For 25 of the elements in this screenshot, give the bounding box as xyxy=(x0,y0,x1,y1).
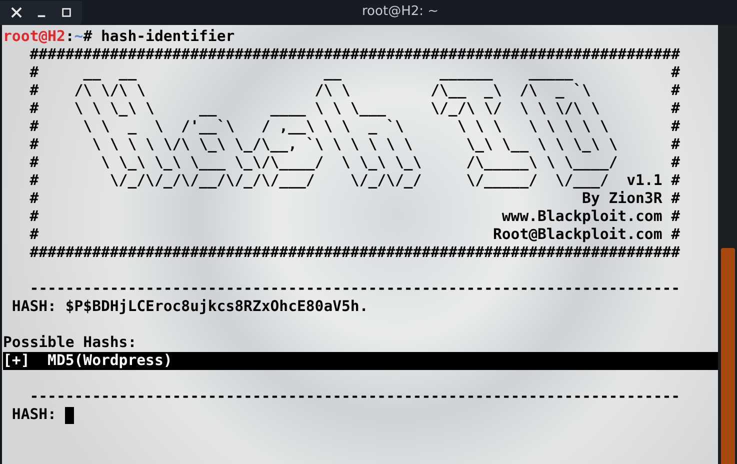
maximize-icon[interactable] xyxy=(61,7,72,18)
dashed-separator: ------------------------------------------------------------------------- xyxy=(28,280,682,298)
banner-line: # __ __ __ ______ _____ # xyxy=(28,64,682,82)
banner-line: # \ \ _ \ /'__`\ / ,__\ \ \ _ `\ \ \ \ \ \ \ \ \ # xyxy=(28,118,682,136)
scrollbar-thumb[interactable] xyxy=(721,248,735,464)
banner-line: ######################################################################### xyxy=(28,244,682,262)
banner-line: # By Zion3R # xyxy=(28,190,682,208)
banner-line: # \ \ \_\ \ __ ____ \ \ \___ \/_/\ \/ \ \ \/\ \ # xyxy=(28,100,682,118)
close-icon[interactable] xyxy=(11,7,22,18)
text-cursor xyxy=(65,406,74,424)
dashed-separator: ------------------------------------------------------------------------- xyxy=(28,388,682,406)
banner-line: # Root@Blackploit.com # xyxy=(28,226,682,244)
command-prompt-line: root@H2:~# hash-identifier xyxy=(3,28,236,46)
banner-line: ######################################################################### xyxy=(28,46,682,64)
banner-line: # \/_/\/_/\/__/\/_/\/___/ \/_/\/_/ \/_____/ \/___/ v1.1 # xyxy=(28,172,682,190)
scrollbar[interactable] xyxy=(718,25,737,464)
banner-line: # \ \_\ \_\ \___ \_\/\____/ \ \_\ \_\ /\_____\ \ \____/ # xyxy=(28,154,682,172)
banner-line: # www.Blackploit.com # xyxy=(28,208,682,226)
hash-input-prompt: HASH: xyxy=(10,406,56,424)
hash-output-line: HASH: $P$BDHjLCEroc8ujkcs8RZxOhcE80aV5h. xyxy=(10,298,370,316)
possible-hashes-heading: Possible Hashs: xyxy=(3,334,138,352)
hash-result-row[interactable]: [+] MD5(Wordpress) xyxy=(3,352,718,370)
banner-line: # /\ \/\ \ /\ \ /\__ _\ /\ _ `\ # xyxy=(28,82,682,100)
window-title: root@H2: ~ xyxy=(362,4,439,19)
banner-line: # \ \ \ \ \/\ \_\ \_/\__, `\ \ \ \ \ \ \_\ \__ \ \ \_\ \ # xyxy=(28,136,682,154)
